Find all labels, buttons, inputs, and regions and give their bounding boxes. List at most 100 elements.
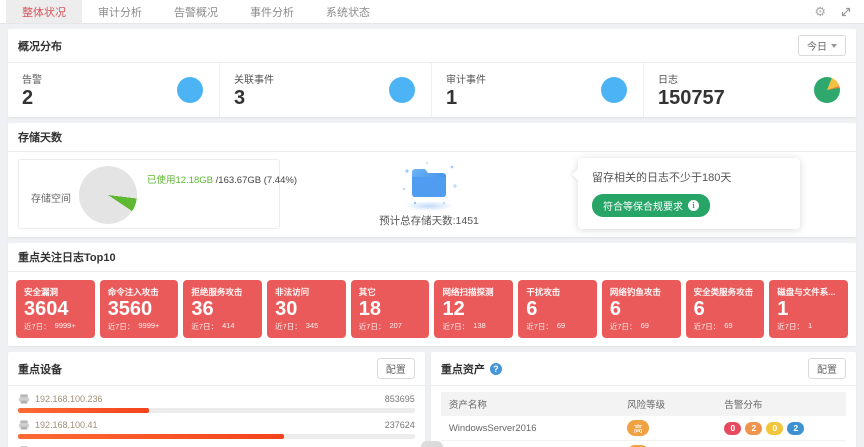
assets-card: 重点资产 ? 配置 资产名称 风险等级 告警分布 WindowsServer20…: [431, 352, 856, 447]
stat-value: 2: [22, 88, 42, 109]
devices-card: 重点设备 配置 192.168.100.236 853695: [8, 352, 425, 447]
col-asset-name: 资产名称: [441, 392, 619, 416]
log-type-card[interactable]: 安全漏洞 3604 近7日： 9999+: [16, 280, 95, 338]
bottom-row: 重点设备 配置 192.168.100.236 853695: [8, 352, 856, 447]
log-type-value: 18: [359, 298, 423, 321]
alarm-critical-badge: 0: [724, 422, 741, 435]
storage-space-box: 存储空间 已使用12.18GB /163.67GB (7.44%): [18, 159, 280, 229]
nav-tab-label: 事件分析: [250, 4, 294, 20]
col-alarm-distribution: 告警分布: [716, 392, 846, 416]
device-ip: 192.168.100.236: [35, 394, 103, 404]
log-recent-value: 207: [389, 321, 402, 332]
nav-tab[interactable]: 审计分析: [82, 0, 158, 23]
device-bar-track: [18, 408, 415, 413]
log-type-name: 干扰攻击: [526, 286, 590, 298]
col-risk-level: 风险等级: [619, 392, 716, 416]
device-row-top: 192.168.100.41 237624: [18, 420, 415, 430]
assets-title-text: 重点资产: [441, 361, 485, 377]
log-type-value: 12: [442, 298, 506, 321]
devices-config-button[interactable]: 配置: [377, 358, 415, 379]
device-row[interactable]: 192.168.100.236 853695: [18, 389, 415, 415]
log-type-value: 3560: [108, 298, 172, 321]
compliance-badge-button[interactable]: 符合等保合规要求 i: [592, 194, 710, 217]
log-type-card[interactable]: 安全类服务攻击 6 近7日： 69: [686, 280, 765, 338]
nav-tab-label: 审计分析: [98, 4, 142, 20]
log-recent-value: 69: [557, 321, 565, 332]
asset-risk-cell: 高: [619, 441, 716, 447]
log-recent-label: 近7日：: [24, 321, 51, 332]
log-type-card[interactable]: 磁盘与文件系... 1 近7日： 1: [769, 280, 848, 338]
settings-gear-icon[interactable]: ⚙: [814, 5, 826, 18]
stat-label: 告警: [22, 71, 42, 86]
log-type-value: 6: [610, 298, 674, 321]
nav-tab[interactable]: 告警概况: [158, 0, 234, 23]
nav-tab[interactable]: 系统状态: [310, 0, 386, 23]
overview-card: 概况分布 今日 告警 2 关联事件 3: [8, 29, 856, 117]
log-recent-label: 近7日：: [275, 321, 302, 332]
stat-text: 日志 150757: [658, 71, 725, 109]
compliance-note-text: 留存相关的日志不少于180天: [592, 169, 786, 185]
stat-cell: 关联事件 3: [220, 63, 432, 117]
device-row[interactable]: 192.168.100.207 2106416: [18, 441, 415, 447]
log-type-name: 磁盘与文件系...: [777, 286, 841, 298]
nav-tab[interactable]: 整体状况: [6, 0, 82, 23]
stat-value: 1: [446, 88, 486, 109]
stat-cell: 审计事件 1: [432, 63, 644, 117]
log-type-card[interactable]: 非法访问 30 近7日： 345: [267, 280, 346, 338]
storage-total-text: /163.67GB (7.44%): [213, 175, 297, 186]
asset-risk-cell: 高: [619, 416, 716, 440]
folder-illustration: [397, 159, 461, 209]
overview-header: 概况分布 今日: [8, 29, 856, 63]
log-type-value: 6: [694, 298, 758, 321]
log-type-card[interactable]: 干扰攻击 6 近7日： 69: [518, 280, 597, 338]
top-logs-row: 安全漏洞 3604 近7日： 9999+ 命令注入攻击 3560 近7日： 99…: [8, 272, 856, 346]
stat-label: 关联事件: [234, 71, 274, 86]
assets-config-button[interactable]: 配置: [808, 358, 846, 379]
expand-fullscreen-icon[interactable]: [840, 6, 852, 18]
log-type-name: 网络扫描探测: [442, 286, 506, 298]
stat-icon: [177, 77, 203, 103]
stat-icon: [389, 77, 415, 103]
storage-space-label: 存储空间: [31, 190, 71, 205]
stat-text: 审计事件 1: [446, 71, 486, 109]
device-icon: [18, 394, 30, 404]
log-type-value: 36: [191, 298, 255, 321]
devices-header: 重点设备 配置: [8, 352, 425, 386]
log-type-card[interactable]: 拒绝服务攻击 36 近7日： 414: [183, 280, 262, 338]
device-icon: [18, 420, 30, 430]
stat-text: 关联事件 3: [234, 71, 274, 109]
tab-list: 整体状况 审计分析 告警概况 事件分析 系统状态: [6, 0, 386, 23]
log-type-name: 拒绝服务攻击: [191, 286, 255, 298]
log-recent: 近7日： 207: [359, 321, 423, 332]
device-row-top: 192.168.100.236 853695: [18, 394, 415, 404]
log-type-card[interactable]: 网络扫描探测 12 近7日： 138: [434, 280, 513, 338]
log-type-card[interactable]: 其它 18 近7日： 207: [351, 280, 430, 338]
date-filter-dropdown[interactable]: 今日: [798, 35, 846, 56]
device-bar-track: [18, 434, 415, 439]
log-type-value: 3604: [24, 298, 88, 321]
top-logs-header: 重点关注日志Top10: [8, 243, 856, 272]
info-icon: i: [688, 200, 699, 211]
compliance-note-card: 留存相关的日志不少于180天 符合等保合规要求 i: [578, 158, 800, 229]
device-ip: 192.168.100.41: [35, 420, 98, 430]
log-recent-value: 9999+: [55, 321, 76, 332]
log-type-card[interactable]: 网络钓鱼攻击 6 近7日： 69: [602, 280, 681, 338]
asset-alarm-cell: 0 2 0 0: [716, 443, 846, 447]
help-icon[interactable]: ?: [490, 363, 502, 375]
dashboard-main: 概况分布 今日 告警 2 关联事件 3: [0, 24, 864, 447]
storage-used-value: 12.18GB: [176, 175, 214, 186]
asset-row[interactable]: WindowsServer2016 高 0 2 0 2: [441, 416, 846, 441]
nav-tab[interactable]: 事件分析: [234, 0, 310, 23]
log-recent-label: 近7日：: [526, 321, 553, 332]
storage-body: 存储空间 已使用12.18GB /163.67GB (7.44%): [8, 152, 856, 237]
alarm-high-badge: 2: [745, 422, 762, 435]
log-recent: 近7日： 69: [526, 321, 590, 332]
log-type-card[interactable]: 命令注入攻击 3560 近7日： 9999+: [100, 280, 179, 338]
asset-row[interactable]: UAC 高 0 2 0 0: [441, 441, 846, 447]
log-type-name: 网络钓鱼攻击: [610, 286, 674, 298]
stat-cell: 告警 2: [8, 63, 220, 117]
log-recent-value: 69: [641, 321, 649, 332]
stat-label: 日志: [658, 71, 725, 86]
device-row[interactable]: 192.168.100.41 237624: [18, 415, 415, 441]
folder-shadow: [404, 201, 454, 211]
